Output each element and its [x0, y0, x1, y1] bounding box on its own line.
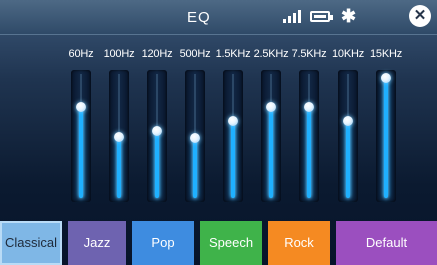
band-slider-track[interactable] — [299, 70, 319, 202]
band-frequency-label: 1.5KHz — [215, 48, 251, 60]
slider-level-fill — [269, 107, 273, 198]
slider-level-fill — [384, 78, 388, 198]
slider-level-fill — [346, 121, 350, 198]
slider-knob[interactable] — [114, 132, 124, 142]
battery-icon — [310, 11, 333, 22]
band-frequency-label: 7.5KHz — [291, 48, 327, 60]
band-slider-track[interactable] — [109, 70, 129, 202]
bluetooth-icon: ✱ — [341, 6, 357, 26]
band-frequency-label: 2.5KHz — [253, 48, 289, 60]
band-frequency-label: 15KHz — [369, 48, 403, 60]
band-slider-track[interactable] — [261, 70, 281, 202]
top-bar: EQ ✱ ✕ — [0, 0, 437, 35]
eq-screen: EQ ✱ ✕ 60Hz 100Hz 120Hz 500Hz 1.5KHz 2.5KHz 7.… — [0, 0, 437, 265]
band-slider-track[interactable] — [223, 70, 243, 202]
eq-bands: 60Hz 100Hz 120Hz 500Hz 1.5KHz 2.5KHz 7.5KHz 10K… — [0, 48, 437, 218]
slider-knob[interactable] — [76, 102, 86, 112]
slider-level-fill — [231, 121, 235, 198]
slider-level-fill — [193, 138, 197, 198]
slider-level-fill — [117, 137, 121, 198]
slider-knob[interactable] — [152, 126, 162, 136]
slider-level-fill — [307, 107, 311, 198]
preset-jazz-button[interactable]: Jazz — [68, 221, 126, 265]
band-slider-track[interactable] — [185, 70, 205, 202]
band-slider-track[interactable] — [147, 70, 167, 202]
preset-default-button[interactable]: Default — [336, 221, 437, 265]
page-title: EQ — [187, 9, 211, 26]
slider-level-fill — [155, 131, 159, 198]
band-frequency-label: 100Hz — [103, 48, 135, 60]
slider-knob[interactable] — [266, 102, 276, 112]
preset-pop-button[interactable]: Pop — [132, 221, 194, 265]
preset-rock-button[interactable]: Rock — [268, 221, 330, 265]
signal-icon — [283, 10, 305, 23]
preset-bar: Classical Jazz Pop Speech Rock Default — [0, 221, 437, 265]
slider-level-fill — [79, 107, 83, 198]
close-icon[interactable]: ✕ — [409, 5, 431, 27]
band-slider-track[interactable] — [376, 70, 396, 202]
slider-knob[interactable] — [381, 73, 391, 83]
slider-knob[interactable] — [190, 133, 200, 143]
slider-knob[interactable] — [343, 116, 353, 126]
band-frequency-label: 60Hz — [68, 48, 94, 60]
preset-speech-button[interactable]: Speech — [200, 221, 262, 265]
band-frequency-label: 500Hz — [179, 48, 211, 60]
slider-knob[interactable] — [304, 102, 314, 112]
band-slider-track[interactable] — [338, 70, 358, 202]
band-frequency-label: 10KHz — [331, 48, 365, 60]
slider-knob[interactable] — [228, 116, 238, 126]
band-frequency-label: 120Hz — [141, 48, 173, 60]
preset-classical-button[interactable]: Classical — [0, 221, 62, 265]
band-slider-track[interactable] — [71, 70, 91, 202]
